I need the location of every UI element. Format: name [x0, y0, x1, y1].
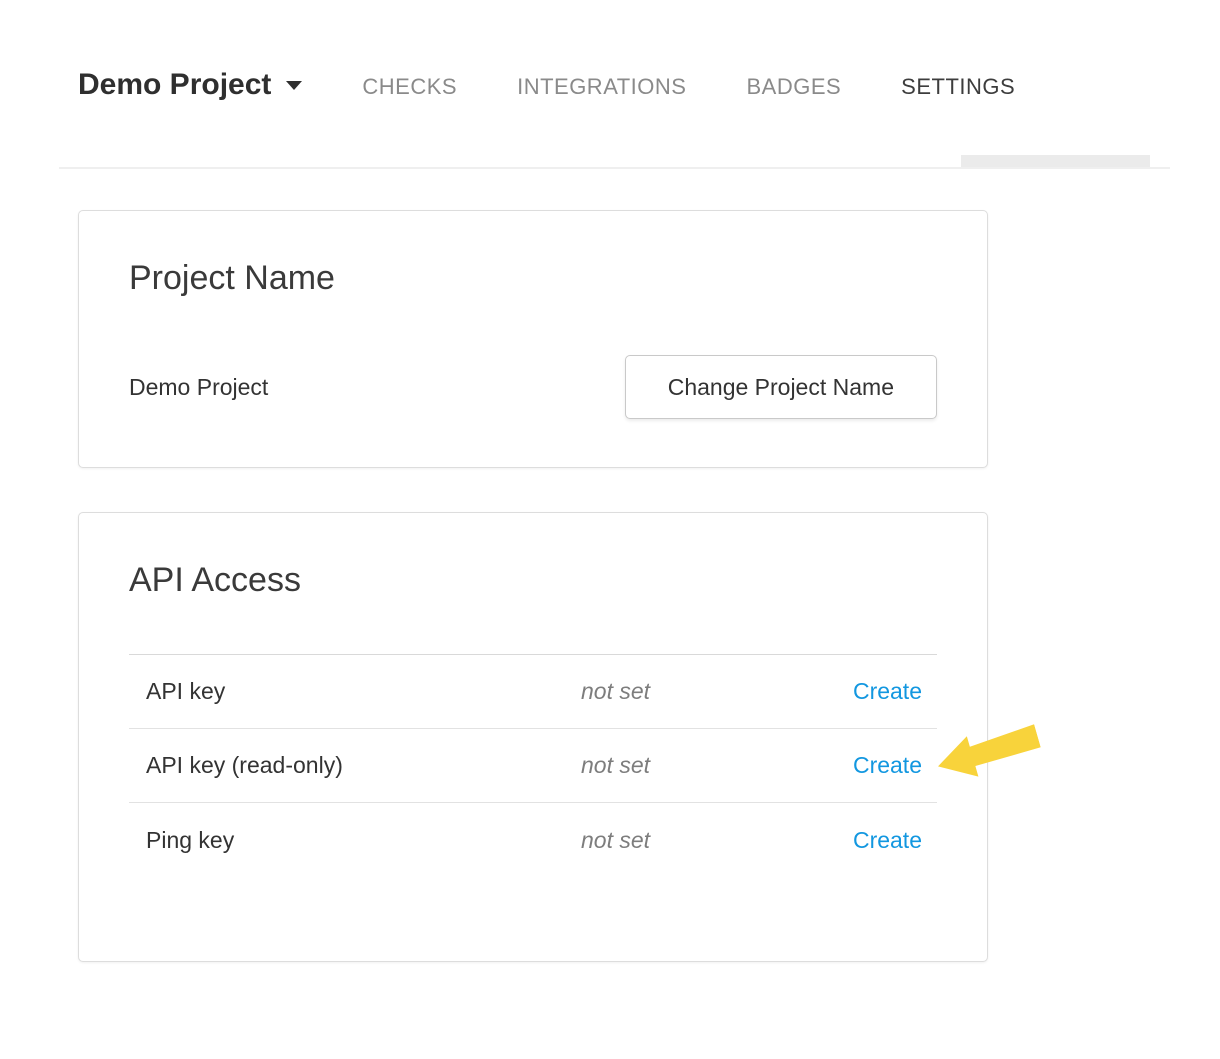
api-key-value: not set	[581, 678, 839, 705]
project-title: Demo Project	[78, 66, 271, 104]
ping-key-value: not set	[581, 827, 839, 854]
project-name-card-title: Project Name	[129, 257, 335, 299]
project-switcher[interactable]: Demo Project	[78, 66, 302, 104]
api-key-label: API key	[129, 678, 581, 705]
project-name-card: Project Name Demo Project Change Project…	[78, 210, 988, 468]
ping-key-label: Ping key	[129, 827, 581, 854]
change-project-name-button[interactable]: Change Project Name	[625, 355, 937, 419]
ping-key-row: Ping key not set Create	[129, 803, 937, 877]
project-name-value: Demo Project	[129, 374, 268, 401]
top-navigation: Demo Project CHECKS INTEGRATIONS BADGES …	[78, 66, 1015, 104]
create-ping-key-link[interactable]: Create	[853, 827, 922, 853]
tab-settings[interactable]: SETTINGS	[901, 74, 1015, 100]
caret-down-icon	[286, 81, 302, 90]
create-api-key-link[interactable]: Create	[853, 678, 922, 704]
api-keys-table: API key not set Create API key (read-onl…	[129, 654, 937, 877]
api-key-readonly-row: API key (read-only) not set Create	[129, 729, 937, 803]
nav-tabs: CHECKS INTEGRATIONS BADGES SETTINGS	[362, 74, 1015, 100]
api-key-readonly-label: API key (read-only)	[129, 752, 581, 779]
api-access-card: API Access API key not set Create API ke…	[78, 512, 988, 962]
create-readonly-api-key-link[interactable]: Create	[853, 752, 922, 778]
api-key-row: API key not set Create	[129, 655, 937, 729]
header-divider	[59, 167, 1170, 169]
tab-checks[interactable]: CHECKS	[362, 74, 457, 100]
project-name-row: Demo Project Change Project Name	[129, 355, 937, 419]
api-key-readonly-value: not set	[581, 752, 839, 779]
settings-page: Demo Project CHECKS INTEGRATIONS BADGES …	[0, 0, 1220, 1059]
tab-badges[interactable]: BADGES	[746, 74, 841, 100]
tab-integrations[interactable]: INTEGRATIONS	[517, 74, 686, 100]
api-access-card-title: API Access	[129, 559, 301, 601]
